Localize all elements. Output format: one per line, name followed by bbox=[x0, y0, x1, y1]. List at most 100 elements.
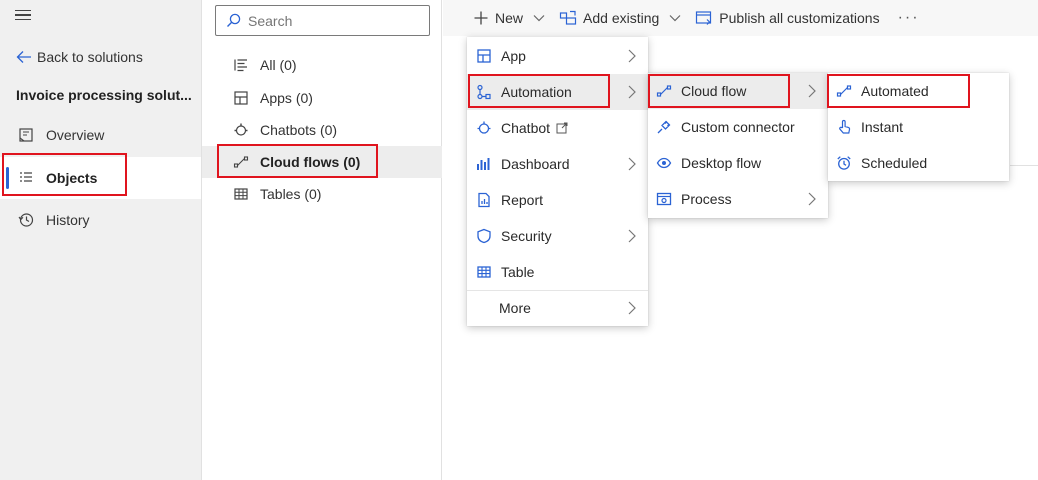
cloud-flow-submenu: Automated Instant Scheduled bbox=[828, 73, 1009, 181]
more-commands-button[interactable]: ··· bbox=[898, 9, 920, 27]
menu-item-custom-connector-label: Custom connector bbox=[681, 119, 795, 135]
add-existing-label: Add existing bbox=[583, 10, 660, 26]
menu-item-chatbot[interactable]: Chatbot bbox=[467, 110, 648, 146]
touch-icon bbox=[835, 118, 853, 136]
search-box[interactable] bbox=[215, 5, 430, 36]
cloud-flow-icon bbox=[233, 156, 249, 168]
menu-item-cloud-flow[interactable]: Cloud flow bbox=[648, 73, 828, 109]
external-link-icon bbox=[556, 122, 568, 134]
objects-pane: All (0) Apps (0) Chatbots (0) Cloud flow… bbox=[202, 0, 442, 480]
nav-item-objects-label: Objects bbox=[46, 170, 98, 186]
nav-item-overview-label: Overview bbox=[46, 127, 105, 143]
menu-item-cloud-flow-label: Cloud flow bbox=[681, 83, 747, 99]
new-button[interactable]: New bbox=[473, 10, 545, 26]
process-icon bbox=[655, 190, 673, 208]
object-item-apps[interactable]: Apps (0) bbox=[202, 82, 442, 114]
nav-item-objects[interactable]: Objects bbox=[0, 157, 201, 199]
solution-title: Invoice processing solut... bbox=[16, 87, 192, 103]
command-bar: New Add existing Publish all customizati… bbox=[443, 0, 1038, 36]
menu-item-scheduled-label: Scheduled bbox=[861, 155, 928, 171]
desktop-flow-icon bbox=[655, 154, 673, 172]
chevron-right-icon bbox=[808, 192, 816, 206]
chevron-right-icon bbox=[628, 85, 636, 99]
left-navigation: Back to solutions Invoice processing sol… bbox=[0, 0, 202, 480]
menu-item-security[interactable]: Security bbox=[467, 218, 648, 254]
search-input[interactable] bbox=[248, 12, 418, 29]
add-existing-button[interactable]: Add existing bbox=[559, 10, 681, 26]
menu-item-app-label: App bbox=[501, 48, 526, 64]
menu-item-dashboard[interactable]: Dashboard bbox=[467, 146, 648, 182]
menu-item-custom-connector[interactable]: Custom connector bbox=[648, 109, 828, 145]
chevron-right-icon bbox=[628, 157, 636, 171]
menu-item-table[interactable]: Table bbox=[467, 254, 648, 290]
chevron-right-icon bbox=[628, 49, 636, 63]
menu-item-report[interactable]: Report bbox=[467, 182, 648, 218]
menu-item-desktop-flow[interactable]: Desktop flow bbox=[648, 145, 828, 181]
menu-item-more-label: More bbox=[499, 300, 531, 316]
publish-all-label: Publish all customizations bbox=[719, 10, 880, 26]
menu-item-instant-label: Instant bbox=[861, 119, 904, 135]
object-item-apps-label: Apps bbox=[260, 90, 292, 106]
hamburger-menu-icon[interactable] bbox=[15, 5, 35, 25]
object-item-cloud-flows-count: (0) bbox=[343, 154, 361, 170]
add-existing-icon bbox=[559, 10, 577, 25]
menu-item-automation[interactable]: Automation bbox=[467, 74, 648, 110]
new-button-label: New bbox=[495, 10, 524, 26]
publish-all-button[interactable]: Publish all customizations bbox=[695, 10, 880, 26]
chevron-down-icon bbox=[533, 15, 545, 22]
search-icon bbox=[227, 13, 241, 27]
object-item-all-label: All bbox=[260, 57, 276, 73]
menu-item-chatbot-label: Chatbot bbox=[501, 120, 551, 136]
back-to-solutions-link[interactable]: Back to solutions bbox=[16, 46, 143, 68]
menu-item-security-label: Security bbox=[501, 228, 552, 244]
chatbot-icon bbox=[234, 123, 248, 136]
cloud-flow-icon bbox=[655, 82, 673, 100]
publish-icon bbox=[696, 11, 712, 25]
menu-item-dashboard-label: Dashboard bbox=[501, 156, 570, 172]
connector-icon bbox=[655, 118, 673, 136]
objects-icon bbox=[18, 170, 34, 186]
content-divider bbox=[1010, 165, 1038, 166]
automation-submenu: Cloud flow Custom connector Desktop flow… bbox=[648, 73, 828, 218]
object-item-tables[interactable]: Tables (0) bbox=[202, 178, 442, 210]
history-icon bbox=[18, 212, 34, 228]
menu-item-automated-label: Automated bbox=[861, 83, 929, 99]
menu-item-process[interactable]: Process bbox=[648, 181, 828, 217]
menu-item-process-label: Process bbox=[681, 191, 732, 207]
menu-item-more[interactable]: More bbox=[467, 290, 648, 326]
app-icon bbox=[234, 91, 248, 105]
nav-item-overview[interactable]: Overview bbox=[0, 114, 201, 156]
nav-item-history-label: History bbox=[46, 212, 90, 228]
chevron-right-icon bbox=[808, 84, 816, 98]
menu-item-instant[interactable]: Instant bbox=[828, 109, 1009, 145]
menu-item-app[interactable]: App bbox=[467, 38, 648, 74]
object-item-all-count: (0) bbox=[279, 57, 297, 73]
menu-item-automation-label: Automation bbox=[501, 84, 572, 100]
table-icon bbox=[475, 263, 493, 281]
cloud-flow-icon bbox=[835, 82, 853, 100]
menu-item-automated[interactable]: Automated bbox=[828, 73, 1009, 109]
new-menu: App Automation Chatbot Dashboard Report … bbox=[467, 37, 648, 326]
object-item-cloud-flows[interactable]: Cloud flows (0) bbox=[202, 146, 442, 178]
nav-item-history[interactable]: History bbox=[0, 199, 201, 241]
alarm-clock-icon bbox=[835, 154, 853, 172]
object-item-chatbots-label: Chatbots bbox=[260, 122, 317, 138]
object-item-cloud-flows-label: Cloud flows bbox=[260, 154, 340, 170]
overview-icon bbox=[18, 127, 34, 143]
chevron-right-icon bbox=[628, 301, 636, 315]
shield-icon bbox=[475, 227, 493, 245]
automation-icon bbox=[475, 83, 493, 101]
object-item-chatbots[interactable]: Chatbots (0) bbox=[202, 114, 442, 146]
menu-item-scheduled[interactable]: Scheduled bbox=[828, 145, 1009, 181]
menu-item-table-label: Table bbox=[501, 264, 535, 280]
plus-icon bbox=[474, 11, 488, 25]
table-icon bbox=[234, 188, 248, 200]
chevron-right-icon bbox=[628, 229, 636, 243]
object-item-all[interactable]: All (0) bbox=[202, 49, 442, 81]
app-icon bbox=[475, 47, 493, 65]
menu-item-report-label: Report bbox=[501, 192, 544, 208]
report-icon bbox=[475, 191, 493, 209]
chatbot-icon bbox=[475, 119, 493, 137]
object-item-tables-count: (0) bbox=[304, 186, 322, 202]
object-item-chatbots-count: (0) bbox=[319, 122, 338, 138]
